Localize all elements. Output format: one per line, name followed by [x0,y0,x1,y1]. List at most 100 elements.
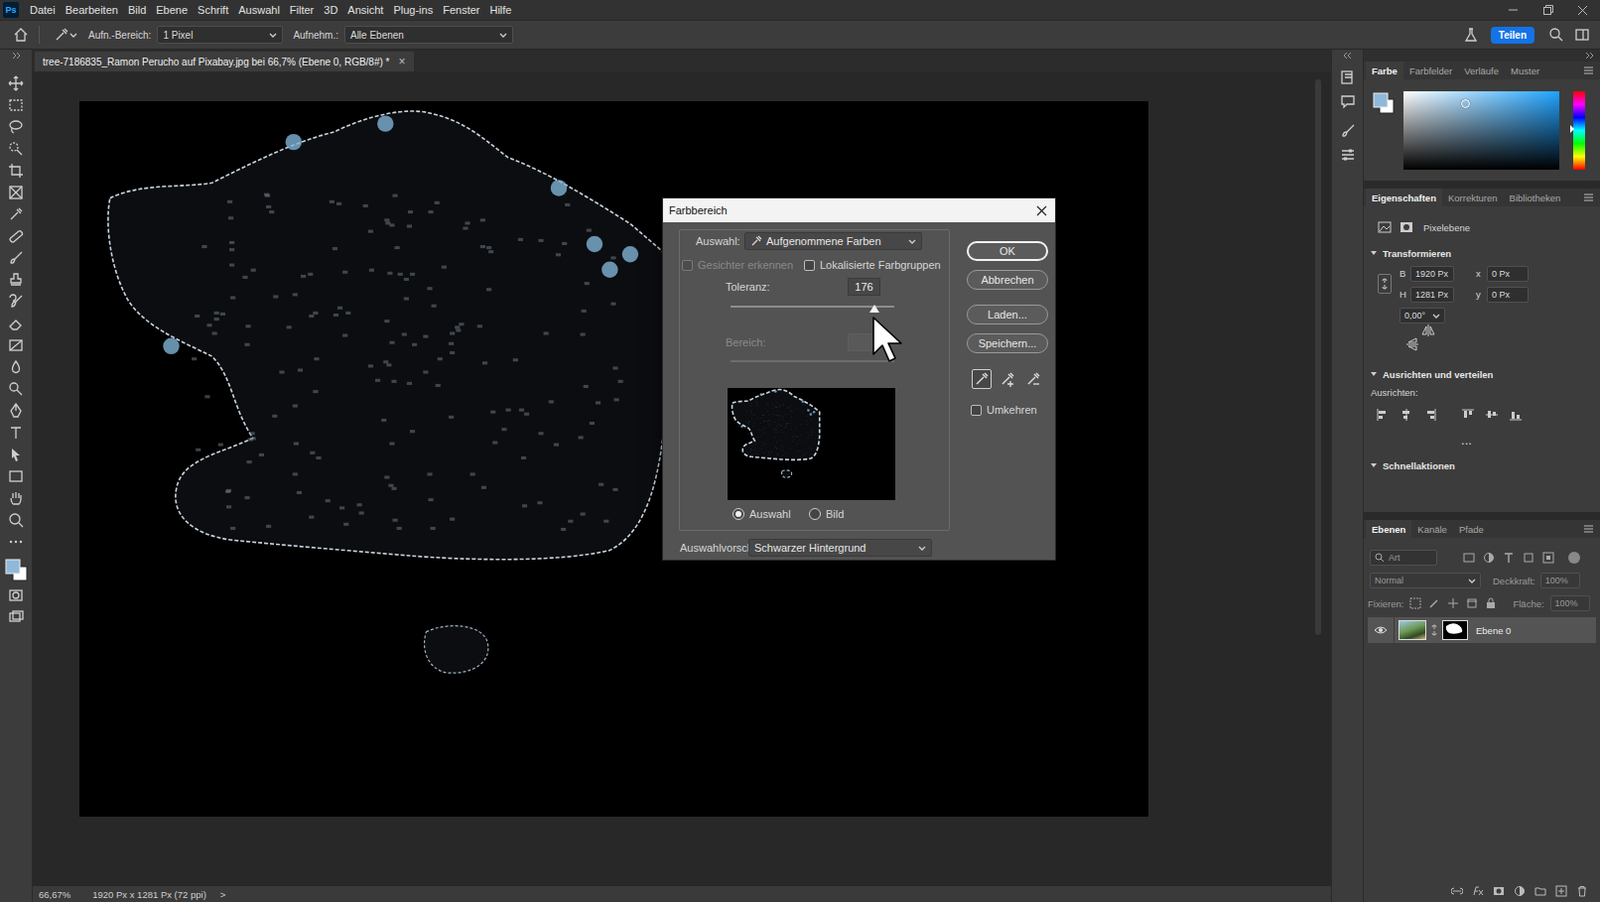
menu-item[interactable]: Ebene [150,3,193,16]
tool-button[interactable] [0,443,33,466]
tool-button[interactable] [0,181,33,204]
tool-button[interactable] [0,606,33,629]
group-icon[interactable] [1534,885,1547,898]
panel-tab[interactable]: Bibliotheken [1503,188,1568,207]
menu-item[interactable]: Hilfe [484,3,517,16]
tool-button[interactable] [0,72,33,95]
align-hcenter-icon[interactable] [1399,407,1414,422]
selection-dropdown[interactable]: Aufgenommene Farben [744,232,923,251]
slider-track[interactable] [730,305,895,308]
section-header[interactable]: Schnellaktionen [1363,455,1600,476]
tool-button[interactable] [0,400,33,422]
tool-button[interactable] [0,584,33,607]
link-dimensions[interactable] [1363,263,1400,305]
dialog-button[interactable]: Abbrechen [966,269,1049,290]
eyedropper-icon[interactable] [53,26,70,43]
radio-option[interactable]: Auswahl [732,508,809,521]
menu-item[interactable]: Schrift [192,3,234,16]
tool-button[interactable] [0,137,33,160]
filter-type-icon[interactable] [1502,551,1515,564]
hue-handle[interactable] [1570,125,1575,134]
menu-item[interactable]: 3D [318,3,343,16]
filter-smart-icon[interactable] [1542,551,1555,564]
panel-tab[interactable]: Korrekturen [1442,188,1504,207]
zoom-level[interactable]: 66,67% [38,889,71,901]
color-swatches[interactable] [3,554,28,585]
rotation-field[interactable]: 0,00° [1399,307,1446,324]
dialog-close-icon[interactable] [1036,205,1048,217]
blend-mode-dropdown[interactable]: Normal [1369,572,1481,589]
collapse-icon[interactable] [1342,51,1352,60]
panel-button[interactable] [1339,69,1356,86]
search-icon[interactable] [1548,26,1565,43]
lock-paint-icon[interactable] [1428,597,1441,610]
fill-field[interactable]: 100% [1550,595,1591,612]
panel-tab[interactable]: Verläufe [1458,61,1505,80]
tool-button[interactable] [0,356,33,379]
position-field[interactable]: 0 Px [1486,286,1529,303]
minimize-icon[interactable] [1507,4,1519,15]
panel-button[interactable] [1339,146,1356,163]
menu-item[interactable]: Auswahl [233,3,285,16]
radio-button[interactable] [808,508,821,521]
menu-item[interactable]: Plug-ins [388,3,438,16]
radio-option[interactable]: Bild [808,508,844,521]
checkbox[interactable] [970,404,982,416]
color-swatch-icon[interactable] [3,557,28,582]
checkbox[interactable] [803,260,815,271]
filter-adjust-icon[interactable] [1482,551,1495,564]
panel-menu-icon[interactable] [1583,65,1595,76]
tool-button[interactable] [0,509,33,532]
lock-artboard-icon[interactable] [1466,597,1478,610]
layer-style-icon[interactable] [1471,885,1484,898]
close-icon[interactable] [1577,4,1589,16]
eyedropper-button[interactable] [971,369,992,390]
opacity-field[interactable]: 100% [1540,572,1581,589]
panel-tab[interactable]: Eigenschaften [1365,188,1443,207]
radio-button[interactable] [732,508,745,521]
tool-button[interactable] [0,378,33,400]
vertical-scrollbar[interactable] [1315,79,1322,636]
align-left-icon[interactable] [1375,407,1390,422]
align-right-icon[interactable] [1423,407,1438,422]
section-caret[interactable] [1369,370,1378,379]
adjustment-layer-icon[interactable] [1513,885,1526,898]
document-tab[interactable]: tree-7186835_Ramon Perucho auf Pixabay.j… [34,51,414,72]
panel-menu-icon[interactable] [1583,192,1595,203]
tool-button[interactable] [0,290,33,313]
more-options-button[interactable]: ... [1462,435,1473,447]
tool-button[interactable] [0,116,33,138]
collapse-panels-icon[interactable] [1585,51,1595,60]
align-top-icon[interactable] [1461,407,1475,422]
slider-thumb[interactable] [869,304,880,313]
filter-pixel-icon[interactable] [1463,551,1475,564]
panel-tab[interactable]: Farbfelder [1403,61,1459,80]
panel-tab[interactable]: Ebenen [1365,520,1412,538]
tool-button[interactable] [0,487,33,510]
add-mask-icon[interactable] [1492,885,1505,898]
tool-button[interactable] [0,312,33,335]
visibility-toggle[interactable] [1373,624,1388,637]
delete-icon[interactable] [1576,885,1589,898]
section-caret[interactable] [1369,249,1378,258]
restore-icon[interactable] [1542,4,1554,15]
tool-button[interactable] [0,421,33,444]
flip-horizontal-icon[interactable] [1421,323,1436,338]
flip-vertical-icon[interactable] [1405,337,1420,352]
position-field[interactable]: 0 Px [1486,266,1529,282]
tool-button[interactable] [0,94,33,117]
expand-icon[interactable] [11,51,21,60]
layer-row[interactable]: Ebene 0 [1367,617,1597,644]
section-header[interactable]: Transformieren [1363,243,1600,264]
panel-tab[interactable]: Kanäle [1411,520,1454,538]
tool-button[interactable] [0,334,33,357]
layer-search[interactable]: Art [1369,549,1438,566]
panel-menu-icon[interactable] [1583,524,1595,534]
tool-button[interactable] [0,203,33,226]
dimension-field[interactable]: 1920 Px [1410,266,1455,282]
lock-position-icon[interactable] [1447,597,1460,610]
menu-item[interactable]: Fenster [437,3,485,16]
panel-tab[interactable]: Muster [1504,61,1546,80]
tolerance-field[interactable]: 176 [847,277,881,296]
align-vcenter-icon[interactable] [1484,407,1499,422]
